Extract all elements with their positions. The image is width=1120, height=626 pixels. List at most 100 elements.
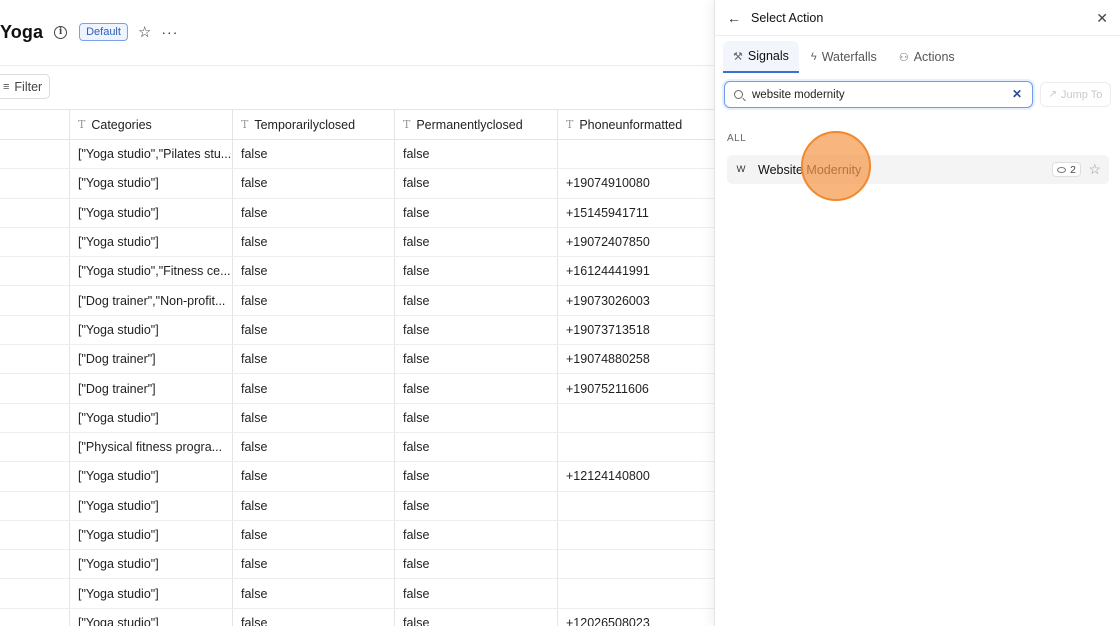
cell-permanentlyclosed[interactable]: false bbox=[395, 257, 558, 286]
cell-categories[interactable]: ["Yoga studio"] bbox=[70, 315, 233, 345]
cell-phoneunformatted[interactable] bbox=[558, 492, 714, 520]
default-badge[interactable]: Default bbox=[79, 23, 128, 41]
cell-phoneunformatted[interactable]: +19075211606 bbox=[558, 374, 714, 402]
cell-temporarilyclosed[interactable]: false bbox=[233, 374, 395, 403]
cell-permanentlyclosed[interactable]: false bbox=[395, 169, 558, 198]
cell-categories[interactable]: ["Dog trainer"] bbox=[70, 374, 233, 403]
cell-phoneunformatted[interactable]: +19073026003 bbox=[558, 286, 714, 314]
cell-permanentlyclosed[interactable]: false bbox=[395, 345, 558, 374]
table-row[interactable]: ["Yoga studio"] false false +19072407850 bbox=[0, 227, 714, 258]
cell-categories[interactable]: ["Dog trainer","Non-profit... bbox=[70, 286, 233, 315]
table-row[interactable]: ["Yoga studio"] false false bbox=[0, 403, 714, 433]
cell-phoneunformatted[interactable] bbox=[558, 404, 714, 432]
cell-temporarilyclosed[interactable]: false bbox=[233, 257, 395, 286]
cell-permanentlyclosed[interactable]: false bbox=[395, 227, 558, 257]
table-row[interactable]: ["Dog trainer"] false false +19075211606 bbox=[0, 374, 714, 404]
cell-categories[interactable]: ["Yoga studio"] bbox=[70, 198, 233, 227]
table-row[interactable]: ["Yoga studio"] false false +19073713518 bbox=[0, 315, 714, 346]
table-row[interactable]: ["Yoga studio"] false false bbox=[0, 491, 714, 521]
cell-temporarilyclosed[interactable]: false bbox=[233, 169, 395, 198]
cell-categories[interactable]: ["Yoga studio"] bbox=[70, 169, 233, 198]
cell-permanentlyclosed[interactable]: false bbox=[395, 198, 558, 227]
cell-permanentlyclosed[interactable]: false bbox=[395, 140, 558, 169]
cell-permanentlyclosed[interactable]: false bbox=[395, 491, 558, 520]
column-header-temporarilyclosed[interactable]: T Temporarilyclosed bbox=[233, 110, 395, 139]
cell-permanentlyclosed[interactable]: false bbox=[395, 432, 558, 462]
cell-categories[interactable]: ["Yoga studio"] bbox=[70, 579, 233, 608]
more-options-icon[interactable]: ··· bbox=[161, 24, 178, 40]
cell-temporarilyclosed[interactable]: false bbox=[233, 491, 395, 520]
tab-actions[interactable]: ⚇ Actions bbox=[889, 41, 965, 73]
cell-temporarilyclosed[interactable]: false bbox=[233, 403, 395, 432]
cell-temporarilyclosed[interactable]: false bbox=[233, 286, 395, 315]
cell-temporarilyclosed[interactable]: false bbox=[233, 432, 395, 462]
cell-categories[interactable]: ["Yoga studio"] bbox=[70, 227, 233, 257]
clear-search-icon[interactable]: ✕ bbox=[1012, 87, 1022, 101]
cell-temporarilyclosed[interactable]: false bbox=[233, 345, 395, 374]
table-row[interactable]: ["Yoga studio"] false false bbox=[0, 579, 714, 609]
column-header-phoneunformatted[interactable]: T Phoneunformatted bbox=[558, 110, 714, 139]
cell-temporarilyclosed[interactable]: false bbox=[233, 579, 395, 608]
cell-temporarilyclosed[interactable]: false bbox=[233, 198, 395, 227]
cell-categories[interactable]: ["Yoga studio"] bbox=[70, 462, 233, 491]
cell-temporarilyclosed[interactable]: false bbox=[233, 315, 395, 345]
cell-temporarilyclosed[interactable]: false bbox=[233, 550, 395, 579]
cell-permanentlyclosed[interactable]: false bbox=[395, 520, 558, 550]
table-row[interactable]: ["Yoga studio"] false false +15145941711 bbox=[0, 198, 714, 228]
cell-temporarilyclosed[interactable]: false bbox=[233, 520, 395, 550]
cell-phoneunformatted[interactable] bbox=[558, 140, 714, 168]
tab-waterfalls[interactable]: ϟ Waterfalls bbox=[801, 41, 887, 73]
cell-permanentlyclosed[interactable]: false bbox=[395, 315, 558, 345]
table-row[interactable]: ["Dog trainer","Non-profit... false false +… bbox=[0, 286, 714, 316]
search-input[interactable] bbox=[752, 88, 992, 101]
cell-phoneunformatted[interactable]: +12026508023 bbox=[558, 609, 714, 626]
cell-phoneunformatted[interactable]: +19074880258 bbox=[558, 345, 714, 373]
tab-signals[interactable]: ⚒ Signals bbox=[723, 41, 799, 73]
filter-button[interactable]: ≡ Filter bbox=[0, 74, 51, 99]
table-row[interactable]: ["Yoga studio","Fitness ce... false false +… bbox=[0, 257, 714, 287]
cell-categories[interactable]: ["Yoga studio"] bbox=[70, 608, 233, 626]
cell-permanentlyclosed[interactable]: false bbox=[395, 608, 558, 626]
cell-phoneunformatted[interactable]: +19072407850 bbox=[558, 228, 714, 256]
cell-phoneunformatted[interactable]: +12124140800 bbox=[558, 462, 714, 490]
cell-categories[interactable]: ["Yoga studio","Fitness ce... bbox=[70, 257, 233, 286]
table-row[interactable]: ["Dog trainer"] false false +19074880258 bbox=[0, 345, 714, 375]
cell-phoneunformatted[interactable]: +16124441991 bbox=[558, 257, 714, 285]
column-header-permanentlyclosed[interactable]: T Permanentlyclosed bbox=[395, 110, 558, 139]
cell-permanentlyclosed[interactable]: false bbox=[395, 403, 558, 432]
cell-phoneunformatted[interactable]: +19074910080 bbox=[558, 169, 714, 197]
cell-categories[interactable]: ["Dog trainer"] bbox=[70, 345, 233, 374]
cell-permanentlyclosed[interactable]: false bbox=[395, 550, 558, 579]
close-icon[interactable]: ✕ bbox=[1096, 10, 1108, 27]
cell-permanentlyclosed[interactable]: false bbox=[395, 286, 558, 315]
cell-categories[interactable]: ["Yoga studio","Pilates stu... bbox=[70, 140, 233, 169]
cell-temporarilyclosed[interactable]: false bbox=[233, 227, 395, 257]
back-arrow-icon[interactable]: ← bbox=[727, 10, 741, 26]
table-row[interactable]: ["Yoga studio"] false false bbox=[0, 550, 714, 580]
cell-categories[interactable]: ["Yoga studio"] bbox=[70, 403, 233, 432]
cell-phoneunformatted[interactable] bbox=[558, 550, 714, 578]
cell-categories[interactable]: ["Yoga studio"] bbox=[70, 491, 233, 520]
cell-categories[interactable]: ["Physical fitness progra... bbox=[70, 432, 233, 462]
star-icon[interactable]: ☆ bbox=[138, 23, 151, 41]
cell-phoneunformatted[interactable]: +19073713518 bbox=[558, 316, 714, 344]
cell-temporarilyclosed[interactable]: false bbox=[233, 140, 395, 169]
info-icon[interactable]: i bbox=[54, 25, 68, 39]
cell-permanentlyclosed[interactable]: false bbox=[395, 462, 558, 491]
cell-phoneunformatted[interactable] bbox=[558, 433, 714, 461]
cell-phoneunformatted[interactable]: +15145941711 bbox=[558, 199, 714, 227]
cell-categories[interactable]: ["Yoga studio"] bbox=[70, 550, 233, 579]
favorite-star-icon[interactable]: ☆ bbox=[1088, 161, 1101, 178]
result-item-website-modernity[interactable]: W Website Modernity 2 ☆ bbox=[727, 155, 1109, 184]
table-row[interactable]: ["Yoga studio"] false false +12124140800 bbox=[0, 462, 714, 492]
cell-permanentlyclosed[interactable]: false bbox=[395, 579, 558, 608]
cell-permanentlyclosed[interactable]: false bbox=[395, 374, 558, 403]
table-row[interactable]: ["Yoga studio","Pilates stu... false false bbox=[0, 140, 714, 170]
table-row[interactable]: ["Yoga studio"] false false +12026508023 bbox=[0, 608, 714, 626]
table-row[interactable]: ["Yoga studio"] false false bbox=[0, 520, 714, 551]
cell-phoneunformatted[interactable] bbox=[558, 521, 714, 549]
column-header-categories[interactable]: T Categories bbox=[70, 110, 233, 139]
jump-to-button[interactable]: ↗ Jump To bbox=[1040, 82, 1111, 107]
cell-temporarilyclosed[interactable]: false bbox=[233, 462, 395, 491]
cell-phoneunformatted[interactable] bbox=[558, 579, 714, 607]
